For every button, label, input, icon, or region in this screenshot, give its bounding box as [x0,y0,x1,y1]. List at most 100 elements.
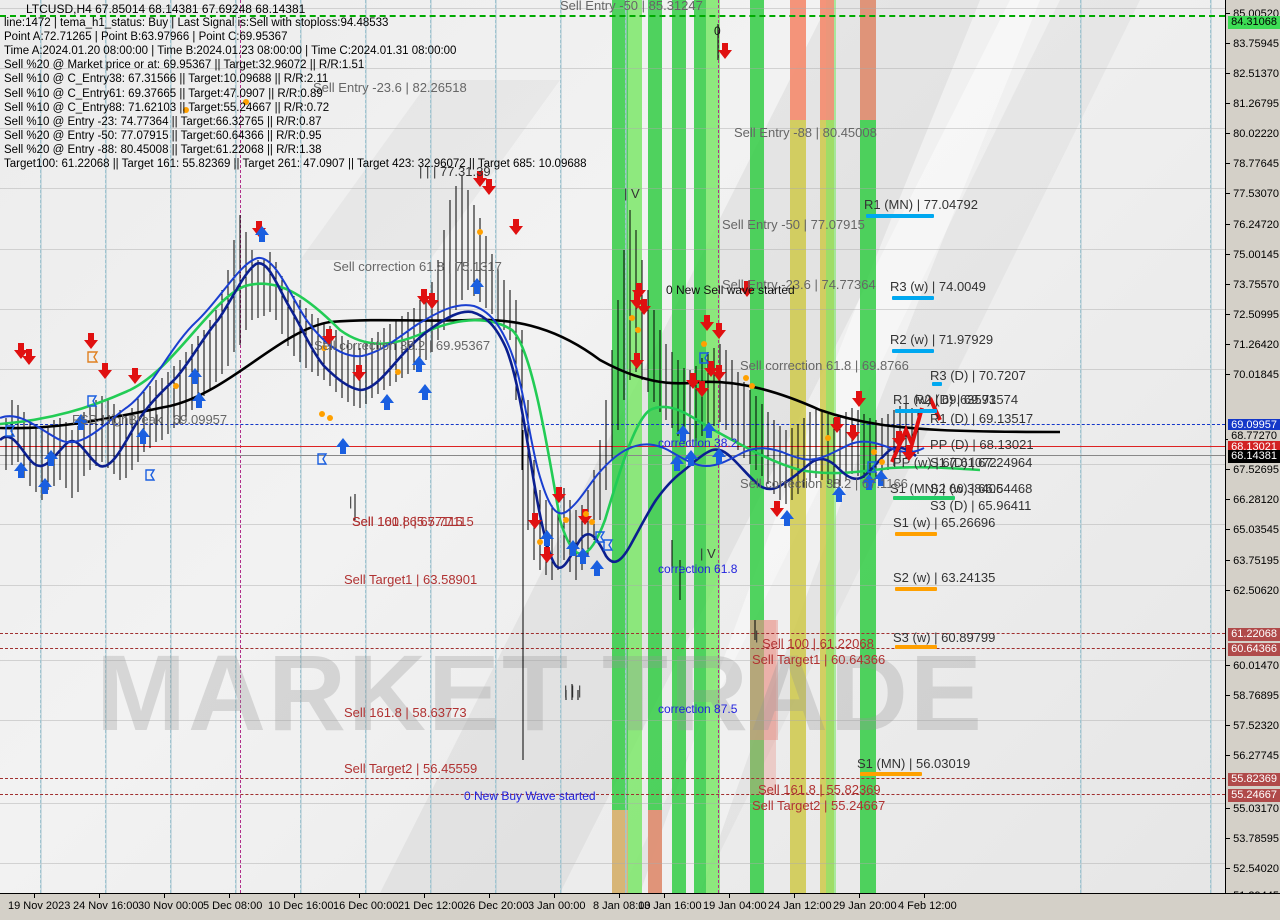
price-axis-tick [1226,374,1230,375]
price-axis-label: 53.78595 [1233,833,1279,845]
chart-text-annotation[interactable]: Sell 161.8 | 65.77115 [352,514,474,529]
chart-text-annotation[interactable]: 0 [714,24,721,38]
price-axis-highlight-box[interactable]: 68.14381 [1228,450,1280,463]
price-axis-label: 71.26420 [1233,339,1279,351]
price-axis-highlight-box[interactable]: 84.31068 [1228,16,1280,29]
chart-text-annotation[interactable]: Sell 161.8 | 58.63773 [344,705,467,720]
price-axis-tick [1226,73,1230,74]
chart-text-annotation[interactable]: Sell correction 38.2 | 67.1166 [740,476,908,491]
price-axis-tick [1226,133,1230,134]
time-axis-tick [619,894,620,898]
strategy-info-line: line:1472 | tema_h1_status: Buy | Last S… [4,17,389,30]
chart-text-annotation[interactable]: Sell Entry -50 | 77.07915 [722,217,865,232]
chart-text-annotation[interactable]: 0 New Sell wave started [666,283,795,297]
time-axis-label: 3 Jan 00:00 [528,900,586,912]
time-axis-tick [424,894,425,898]
time-axis-label: 30 Nov 00:00 [138,900,204,912]
chart-text-annotation[interactable]: Sell Target1 | 63.58901 [344,572,477,587]
price-axis-tick [1226,590,1230,591]
price-axis-label: 81.26795 [1233,98,1279,110]
time-axis-label: 24 Nov 16:00 [73,900,139,912]
price-axis-tick [1226,868,1230,869]
strategy-info-line: Sell %10 @ Entry -23: 74.77364 || Target… [4,115,322,128]
time-axis-label: 29 Jan 20:00 [833,900,897,912]
price-axis-tick [1226,314,1230,315]
time-axis-tick [359,894,360,898]
strategy-info-line: Time A:2024.01.20 08:00:00 | Time B:2024… [4,45,457,58]
chart-text-annotation[interactable]: FSB-HighBreak | 69.09957 [72,412,227,427]
price-axis-label: 66.28120 [1233,494,1279,506]
chart-text-annotation[interactable]: Sell Target1 | 60.64366 [752,652,885,667]
price-axis-tick [1226,469,1230,470]
time-axis-label: 21 Dec 12:00 [398,900,464,912]
price-axis-label: 63.75195 [1233,555,1279,567]
chart-text-annotation[interactable]: Sell Target2 | 56.45559 [344,761,477,776]
chart-text-annotation[interactable]: | | | [564,683,581,698]
price-axis-label: 60.01470 [1233,660,1279,672]
price-axis-tick [1226,344,1230,345]
chart-text-annotation[interactable]: Sell Entry -88 | 80.45008 [734,125,877,140]
chart-text-annotation[interactable]: | V [700,546,716,561]
price-axis-highlight-box[interactable]: 55.82369 [1228,773,1280,786]
time-axis-tick [794,894,795,898]
price-axis-tick [1226,193,1230,194]
time-axis-tick [164,894,165,898]
price-axis-label: 73.75570 [1233,279,1279,291]
price-axis-label: 56.27745 [1233,750,1279,762]
chart-text-annotation[interactable]: correction 61.8 [658,562,737,576]
price-axis-tick [1226,755,1230,756]
price-axis-tick [1226,284,1230,285]
price-axis-label: 57.52320 [1233,720,1279,732]
price-axis-highlight-box[interactable]: 61.22068 [1228,628,1280,641]
price-axis-label: 62.50620 [1233,585,1279,597]
price-axis-tick [1226,808,1230,809]
price-axis-label: 78.77645 [1233,158,1279,170]
price-axis-label: 70.01845 [1233,369,1279,381]
strategy-info-line: Sell %20 @ Entry -50: 77.07915 || Target… [4,129,322,142]
price-axis-label: 52.54020 [1233,863,1279,875]
time-axis-label: 10 Dec 16:00 [268,900,334,912]
strategy-info-line: Sell %10 @ C_Entry88: 71.62103 || Target… [4,101,330,114]
chart-plot-area[interactable]: MARKET TRADE R1 (MN) | 77.04792 R3 (w) |… [0,0,1225,893]
time-axis-label: 26 Dec 20:00 [463,900,529,912]
price-axis-tick [1226,163,1230,164]
symbol-ohlc-line: LTCUSD,H4 67.85014 68.14381 67.69248 68.… [26,2,306,16]
time-axis[interactable]: 19 Nov 2023 24 Nov 16:00 30 Nov 00:00 5 Dec… [0,893,1280,920]
time-axis-label: 24 Jan 12:00 [768,900,832,912]
chart-text-annotation[interactable]: 0 New Buy Wave started [464,789,596,803]
time-axis-tick [489,894,490,898]
price-axis-tick [1226,838,1230,839]
strategy-info-line: Point A:72.71265 | Point B:63.97966 | Po… [4,31,288,44]
time-axis-tick [294,894,295,898]
chart-text-annotation[interactable]: Sell 161.8 | 55.82369 [758,782,881,797]
chart-text-annotation[interactable]: | [755,628,758,643]
chart-text-annotation[interactable]: | V [624,186,640,201]
strategy-info-line: Sell %10 @ C_Entry61: 69.37665 || Target… [4,87,323,100]
chart-text-annotation[interactable]: Sell Target2 | 55.24667 [752,798,885,813]
price-axis-highlight-box[interactable]: 60.64366 [1228,643,1280,656]
chart-info-header: LTCUSD,H4 67.85014 68.14381 67.69248 68.… [4,2,587,171]
chart-text-annotation[interactable]: Sell correction 61.8 | 75.1317 [333,259,502,274]
price-axis-tick [1226,695,1230,696]
time-axis-tick [859,894,860,898]
chart-text-annotation[interactable]: | [349,494,352,509]
chart-text-annotation[interactable]: correction 38.2 [658,436,737,450]
chart-text-annotation[interactable]: Sell correction 61.8 | 69.8766 [740,358,909,373]
time-axis-tick [229,894,230,898]
price-axis-tick [1226,224,1230,225]
strategy-info-line: Target100: 61.22068 || Target 161: 55.82… [4,158,587,171]
price-axis-label: 72.50995 [1233,309,1279,321]
chart-text-annotation[interactable]: Sell correction 38.2 | 69.95367 [314,338,490,353]
price-axis-label: 83.75945 [1233,38,1279,50]
price-axis-label: 67.52695 [1233,464,1279,476]
chart-text-annotation[interactable]: Sell 100 | 61.22068 [762,636,874,651]
price-axis[interactable]: 85.00520 83.75945 82.51370 81.26795 80.02220… [1225,0,1280,902]
price-axis-tick [1226,725,1230,726]
time-axis-label: 4 Feb 12:00 [898,900,957,912]
price-axis-tick [1226,103,1230,104]
strategy-info-lines: line:1472 | tema_h1_status: Buy | Last S… [4,16,587,171]
price-axis-highlight-box[interactable]: 55.24667 [1228,789,1280,802]
chart-text-annotation[interactable]: correction 87.5 [658,702,737,716]
price-axis-tick [1226,499,1230,500]
price-axis-label: 82.51370 [1233,68,1279,80]
